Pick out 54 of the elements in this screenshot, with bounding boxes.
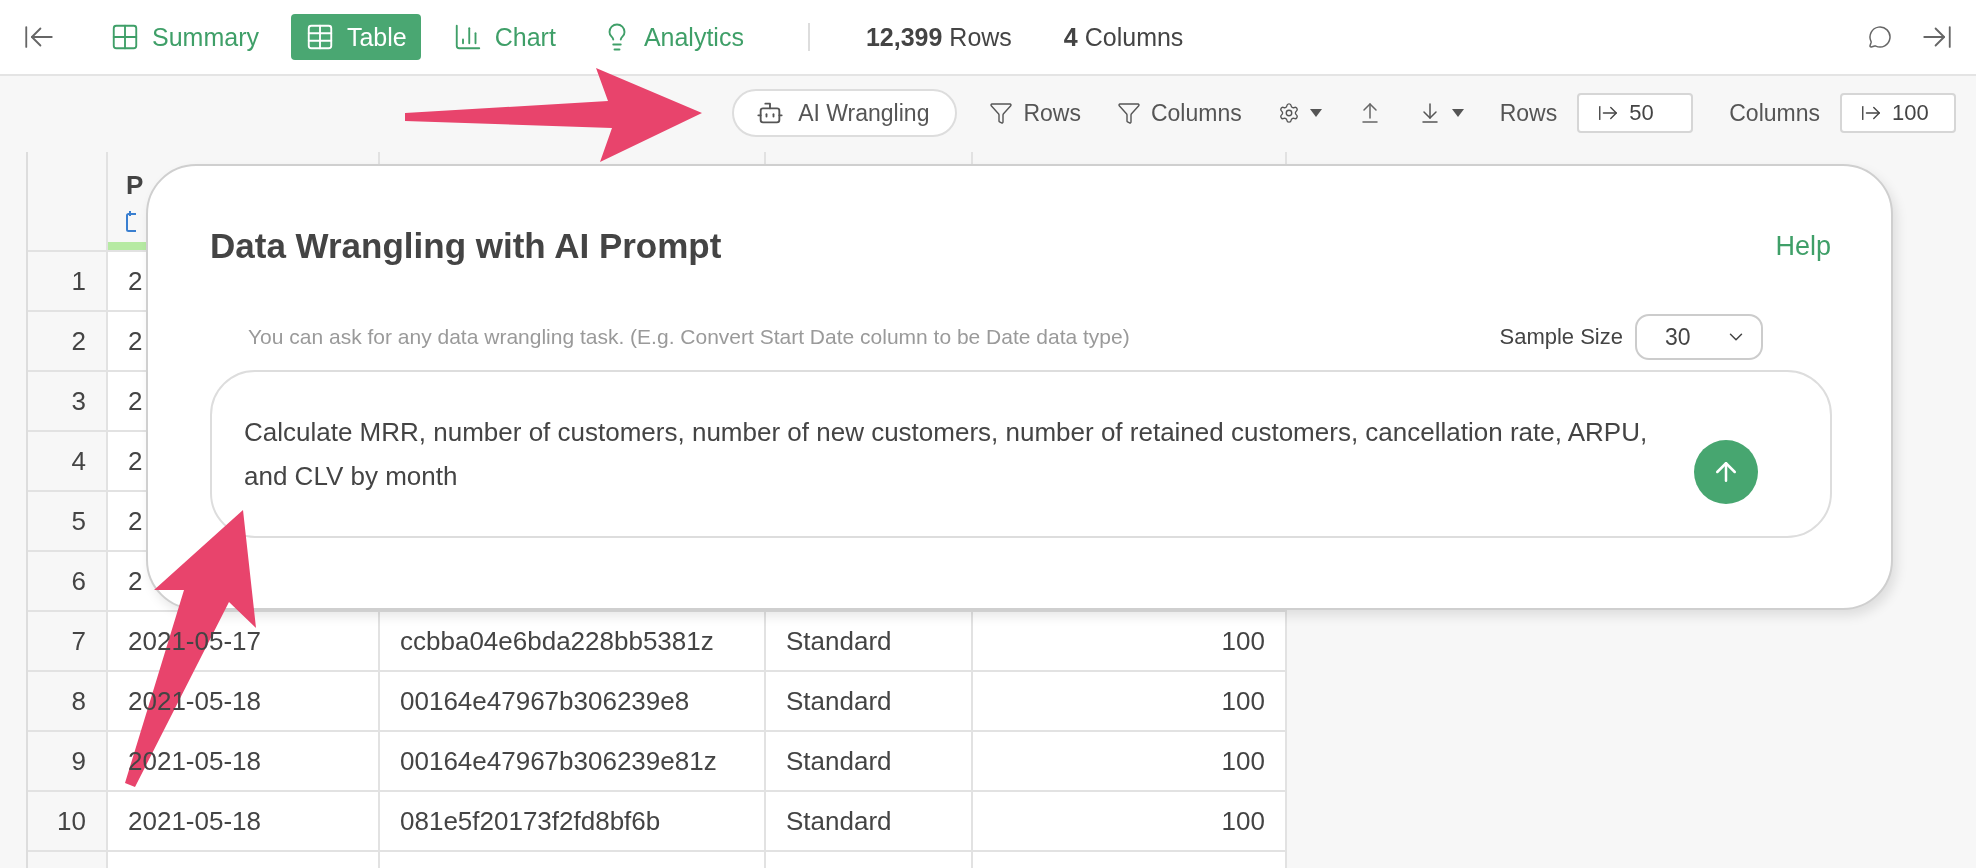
table-cell: ccbba04e6bda228bb5381z — [400, 625, 714, 657]
row-number: 1 — [71, 265, 86, 297]
table-cell: 2 — [128, 385, 143, 417]
row-number: 4 — [71, 445, 86, 477]
column-header: P — [126, 170, 144, 201]
table-cell: 100 — [1221, 745, 1265, 777]
table-cell: 2 — [128, 325, 143, 357]
ai-wrangling-button[interactable]: AI Wrangling — [732, 89, 958, 137]
caret-icon — [1451, 109, 1464, 117]
row-number: 5 — [71, 505, 86, 537]
calendar-icon — [126, 210, 136, 232]
limit-label: Rows — [1499, 99, 1558, 127]
row-number: 10 — [57, 805, 86, 837]
sample-size-label: Sample Size — [1499, 324, 1623, 350]
table-cell: 100 — [1221, 685, 1265, 717]
hint-text: You can ask for any data wrangling task. (E.g. Convert Start Date column to be Date data type) — [248, 325, 1130, 349]
settings-button[interactable] — [1277, 102, 1322, 124]
table-cell: 100 — [1221, 805, 1265, 837]
table-cell: Standard — [786, 685, 892, 717]
table-cell: 100 — [1221, 625, 1265, 657]
table-cell: 2 — [128, 505, 143, 537]
dialog-title: Data Wrangling with AI Prompt — [210, 226, 722, 266]
prompt-field[interactable]: Calculate MRR, number of customers, number of new customers, number of retained customers, cancellation rate, ARPU, and CLV by month — [210, 370, 1832, 538]
table-cell: 2 — [128, 265, 143, 297]
table-cell: 2021-05-18 — [128, 805, 261, 837]
sample-size-select[interactable]: 30 — [1635, 314, 1763, 360]
caret-icon — [1309, 109, 1322, 117]
row-number: 7 — [71, 625, 86, 657]
grid-icon — [110, 22, 140, 52]
table-cell: 2 — [128, 445, 143, 477]
funnel-icon — [1116, 101, 1141, 125]
filter-button[interactable]: Rows — [989, 99, 1081, 127]
table-cell: Standard — [786, 625, 892, 657]
row-number: 9 — [71, 745, 86, 777]
limit-label: Columns — [1729, 99, 1820, 127]
row-number: 3 — [71, 385, 86, 417]
table-cell: 00164e47967b306239e8 — [400, 685, 690, 717]
row-number: 6 — [71, 565, 86, 597]
row-number: 8 — [71, 685, 86, 717]
table-cell: 00164e47967b306239e81z — [400, 745, 717, 777]
filter-button[interactable]: Columns — [1116, 99, 1242, 127]
limit-field[interactable]: 100 — [1840, 93, 1956, 133]
table-cell: 2 — [128, 565, 143, 597]
row-number: 2 — [71, 325, 86, 357]
limit-field[interactable]: 50 — [1577, 93, 1694, 133]
funnel-icon — [989, 101, 1014, 125]
table-cell: Standard — [786, 805, 892, 837]
table-cell: Standard — [786, 745, 892, 777]
table-cell: 081e5f20173f2fd8bf6b — [400, 805, 661, 837]
comment-icon[interactable] — [1868, 25, 1892, 49]
count-label: 4 Columns — [1063, 22, 1184, 52]
settings-icon — [1277, 102, 1300, 124]
column-quality-bar — [108, 242, 146, 250]
count-label: 12,399 Rows — [865, 22, 1012, 52]
